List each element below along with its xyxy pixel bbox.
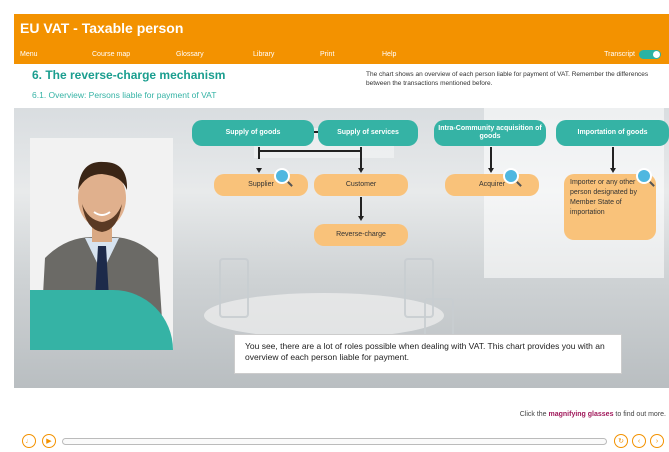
chair: [219, 258, 249, 318]
menu-item-library[interactable]: Library: [253, 51, 274, 58]
supply-of-goods-box: Supply of goods: [192, 120, 314, 146]
arrow: [358, 216, 364, 221]
chevron-right-icon[interactable]: ›: [650, 434, 664, 448]
transcript-control: Transcript: [604, 50, 661, 59]
hint-prefix: Click the: [519, 411, 549, 418]
connector: [258, 150, 362, 152]
connector: [490, 147, 492, 169]
chevron-left-icon[interactable]: ‹: [632, 434, 646, 448]
hint-suffix: to find out more.: [613, 411, 666, 418]
menu-item-help[interactable]: Help: [382, 51, 396, 58]
section-title: 6. The reverse-charge mechanism: [32, 68, 226, 82]
course-frame: EU VAT - Taxable person Menu Course map …: [0, 0, 669, 452]
menu-item-course-map[interactable]: Course map: [92, 51, 130, 58]
play-icon[interactable]: ▶: [42, 434, 56, 448]
intra-community-box: Intra-Community acquisition of goods: [434, 120, 546, 146]
intro-text: The chart shows an overview of each pers…: [366, 71, 649, 87]
acquirer-box: Acquirer: [445, 174, 539, 196]
supplier-box: Supplier: [214, 174, 308, 196]
reverse-charge-box: Reverse-charge: [314, 224, 408, 246]
importation-box: Importation of goods: [556, 120, 669, 146]
connector: [612, 147, 614, 169]
replay-icon[interactable]: ↻: [614, 434, 628, 448]
hint-bold: magnifying glasses: [548, 411, 614, 418]
connector: [258, 147, 260, 159]
magnifying-glass-icon[interactable]: [274, 168, 290, 184]
arrow: [488, 168, 494, 173]
media-player: ♩ ▶ ↻ ‹ ›: [14, 434, 669, 450]
hint-text: Click the magnifying glasses to find out…: [520, 411, 666, 418]
transcript-toggle[interactable]: [639, 50, 661, 59]
course-header: EU VAT - Taxable person Menu Course map …: [14, 14, 669, 64]
narration-box: You see, there are a lot of roles possib…: [234, 334, 622, 374]
arrow: [358, 168, 364, 173]
magnifying-glass-icon[interactable]: [503, 168, 519, 184]
menu-item-menu[interactable]: Menu: [20, 51, 38, 58]
menu-bar: Menu Course map Glossary Library Print H…: [20, 51, 620, 63]
customer-box: Customer: [314, 174, 408, 196]
speaker-icon[interactable]: ♩: [22, 434, 36, 448]
course-title: EU VAT - Taxable person: [20, 20, 184, 36]
arrow: [256, 168, 262, 173]
menu-item-print[interactable]: Print: [320, 51, 334, 58]
magnifying-glass-icon[interactable]: [636, 168, 652, 184]
progress-bar[interactable]: [62, 438, 607, 445]
supply-of-services-box: Supply of services: [318, 120, 418, 146]
menu-item-glossary[interactable]: Glossary: [176, 51, 204, 58]
connector: [360, 197, 362, 217]
subsection-title: 6.1. Overview: Persons liable for paymen…: [32, 90, 217, 100]
transcript-label: Transcript: [604, 51, 635, 58]
arrow: [610, 168, 616, 173]
